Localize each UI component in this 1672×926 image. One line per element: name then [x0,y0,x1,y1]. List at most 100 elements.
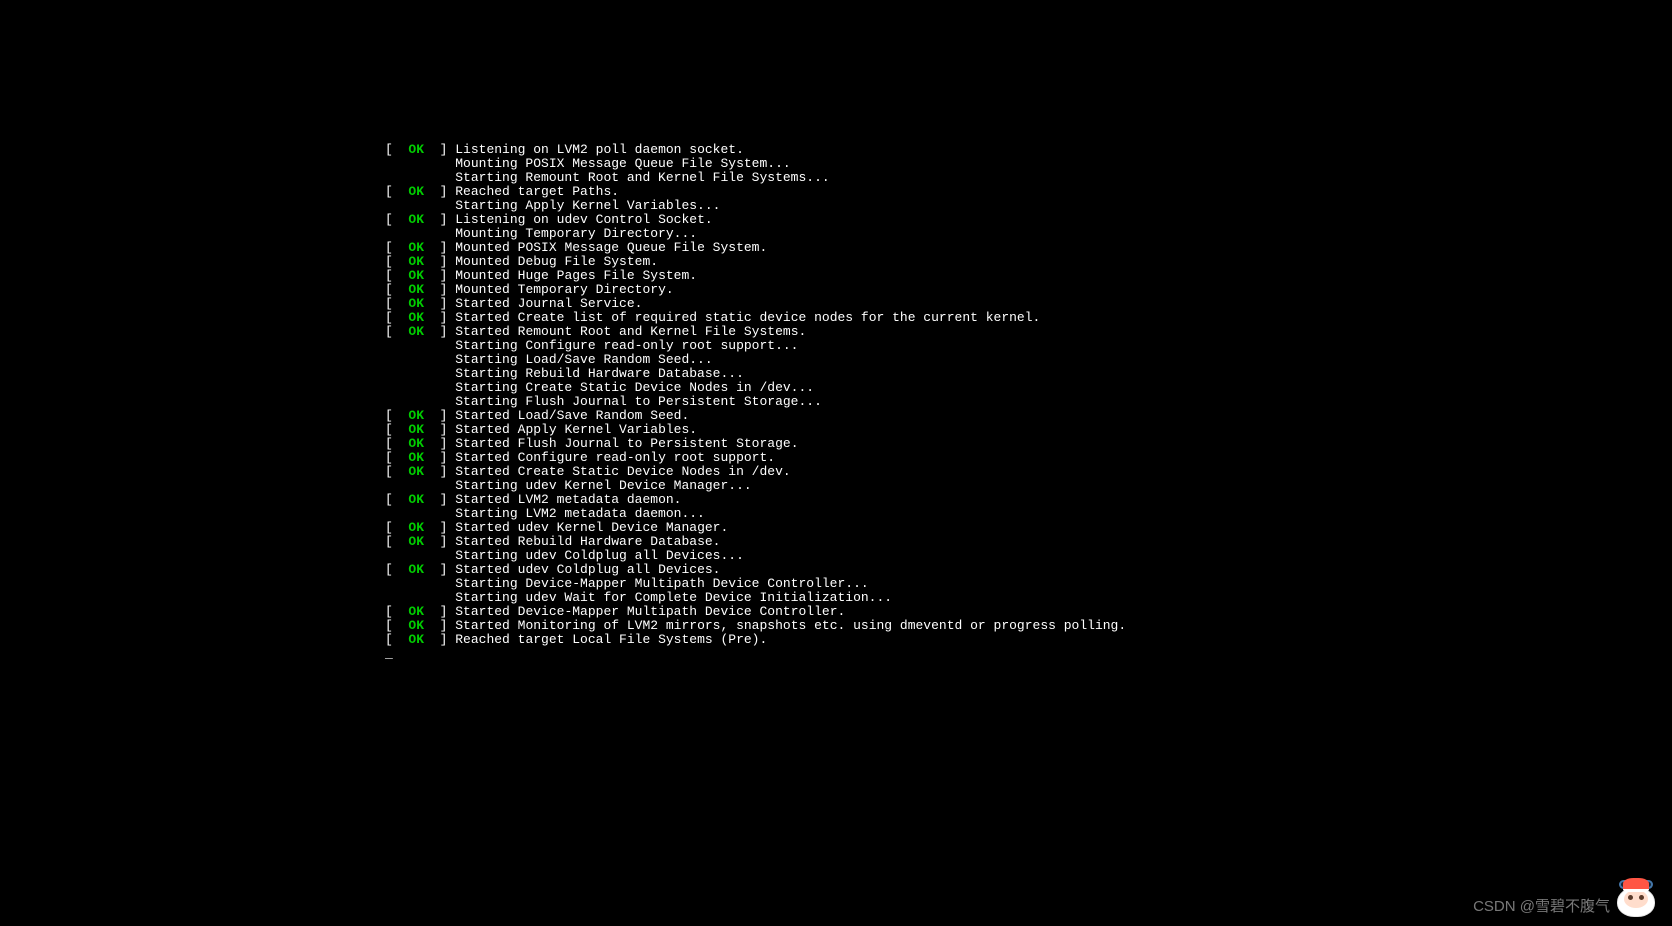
boot-line: [ OK ] Started Flush Journal to Persiste… [385,437,1126,451]
bracket-close: ] [424,604,455,619]
bracket-close: ] [424,282,455,297]
boot-line: [ OK ] Listening on udev Control Socket. [385,213,1126,227]
boot-line: Starting udev Coldplug all Devices... [385,549,1126,563]
bracket-open: [ [385,618,408,633]
status-ok: OK [408,422,424,437]
boot-message: Started udev Coldplug all Devices. [455,562,720,577]
indent [385,338,455,353]
indent [385,548,455,563]
status-ok: OK [408,408,424,423]
bracket-close: ] [424,562,455,577]
status-ok: OK [408,282,424,297]
boot-message: Mounted Debug File System. [455,254,658,269]
bracket-open: [ [385,632,408,647]
boot-message: Starting udev Wait for Complete Device I… [455,590,892,605]
status-ok: OK [408,520,424,535]
boot-message: Started Apply Kernel Variables. [455,422,697,437]
status-ok: OK [408,534,424,549]
boot-line: [ OK ] Started LVM2 metadata daemon. [385,493,1126,507]
status-ok: OK [408,184,424,199]
boot-line: Starting Device-Mapper Multipath Device … [385,577,1126,591]
bracket-open: [ [385,324,408,339]
status-ok: OK [408,436,424,451]
indent [385,226,455,241]
boot-message: Started Device-Mapper Multipath Device C… [455,604,845,619]
boot-line: Starting Flush Journal to Persistent Sto… [385,395,1126,409]
boot-message: Started Rebuild Hardware Database. [455,534,720,549]
boot-line: [ OK ] Listening on LVM2 poll daemon soc… [385,143,1126,157]
boot-message: Started Create Static Device Nodes in /d… [455,464,790,479]
boot-message: Mounting POSIX Message Queue File System… [455,156,790,171]
status-ok: OK [408,632,424,647]
boot-message: Started LVM2 metadata daemon. [455,492,681,507]
boot-line: [ OK ] Started Journal Service. [385,297,1126,311]
bracket-open: [ [385,562,408,577]
boot-message: Reached target Local File Systems (Pre). [455,632,767,647]
boot-line: Starting Rebuild Hardware Database... [385,367,1126,381]
bracket-open: [ [385,268,408,283]
bracket-open: [ [385,184,408,199]
bracket-open: [ [385,282,408,297]
boot-message: Starting LVM2 metadata daemon... [455,506,705,521]
bracket-open: [ [385,240,408,255]
bracket-close: ] [424,408,455,423]
boot-line: [ OK ] Started Monitoring of LVM2 mirror… [385,619,1126,633]
bracket-close: ] [424,296,455,311]
boot-line: Mounting POSIX Message Queue File System… [385,157,1126,171]
boot-line: [ OK ] Started Configure read-only root … [385,451,1126,465]
boot-message: Starting Load/Save Random Seed... [455,352,712,367]
boot-line: Starting udev Wait for Complete Device I… [385,591,1126,605]
bracket-close: ] [424,618,455,633]
boot-message: Starting Remount Root and Kernel File Sy… [455,170,829,185]
boot-message: Starting Create Static Device Nodes in /… [455,380,814,395]
bracket-open: [ [385,436,408,451]
boot-line: Starting Remount Root and Kernel File Sy… [385,171,1126,185]
bracket-close: ] [424,240,455,255]
bracket-open: [ [385,534,408,549]
boot-line: [ OK ] Started Remount Root and Kernel F… [385,325,1126,339]
status-ok: OK [408,268,424,283]
boot-message: Starting udev Kernel Device Manager... [455,478,751,493]
boot-message: Started Create list of required static d… [455,310,1040,325]
boot-line: Mounting Temporary Directory... [385,227,1126,241]
boot-message: Mounted Temporary Directory. [455,282,673,297]
boot-message: Started Remount Root and Kernel File Sys… [455,324,806,339]
indent [385,394,455,409]
bracket-open: [ [385,450,408,465]
indent [385,506,455,521]
boot-line: [ OK ] Started Device-Mapper Multipath D… [385,605,1126,619]
boot-line: [ OK ] Mounted Debug File System. [385,255,1126,269]
boot-line: Starting udev Kernel Device Manager... [385,479,1126,493]
boot-message: Starting Apply Kernel Variables... [455,198,720,213]
boot-message: Starting Rebuild Hardware Database... [455,366,744,381]
bracket-close: ] [424,534,455,549]
boot-line: [ OK ] Reached target Local File Systems… [385,633,1126,647]
boot-line: [ OK ] Started Load/Save Random Seed. [385,409,1126,423]
bracket-close: ] [424,212,455,227]
boot-line: Starting Load/Save Random Seed... [385,353,1126,367]
boot-console: [ OK ] Listening on LVM2 poll daemon soc… [385,143,1126,661]
boot-line: [ OK ] Started udev Kernel Device Manage… [385,521,1126,535]
boot-message: Started Flush Journal to Persistent Stor… [455,436,798,451]
boot-line: Starting Configure read-only root suppor… [385,339,1126,353]
status-ok: OK [408,240,424,255]
status-ok: OK [408,618,424,633]
cursor-line: _ [385,647,1126,661]
bracket-open: [ [385,464,408,479]
boot-line: [ OK ] Started udev Coldplug all Devices… [385,563,1126,577]
status-ok: OK [408,142,424,157]
status-ok: OK [408,324,424,339]
bracket-open: [ [385,422,408,437]
boot-message: Listening on LVM2 poll daemon socket. [455,142,744,157]
boot-message: Mounted Huge Pages File System. [455,268,697,283]
boot-message: Started Monitoring of LVM2 mirrors, snap… [455,618,1126,633]
boot-message: Starting Configure read-only root suppor… [455,338,798,353]
bracket-close: ] [424,142,455,157]
boot-line: [ OK ] Started Create list of required s… [385,311,1126,325]
bracket-close: ] [424,268,455,283]
boot-line: [ OK ] Mounted POSIX Message Queue File … [385,241,1126,255]
bracket-close: ] [424,464,455,479]
boot-line: [ OK ] Mounted Huge Pages File System. [385,269,1126,283]
boot-line: Starting Apply Kernel Variables... [385,199,1126,213]
indent [385,576,455,591]
